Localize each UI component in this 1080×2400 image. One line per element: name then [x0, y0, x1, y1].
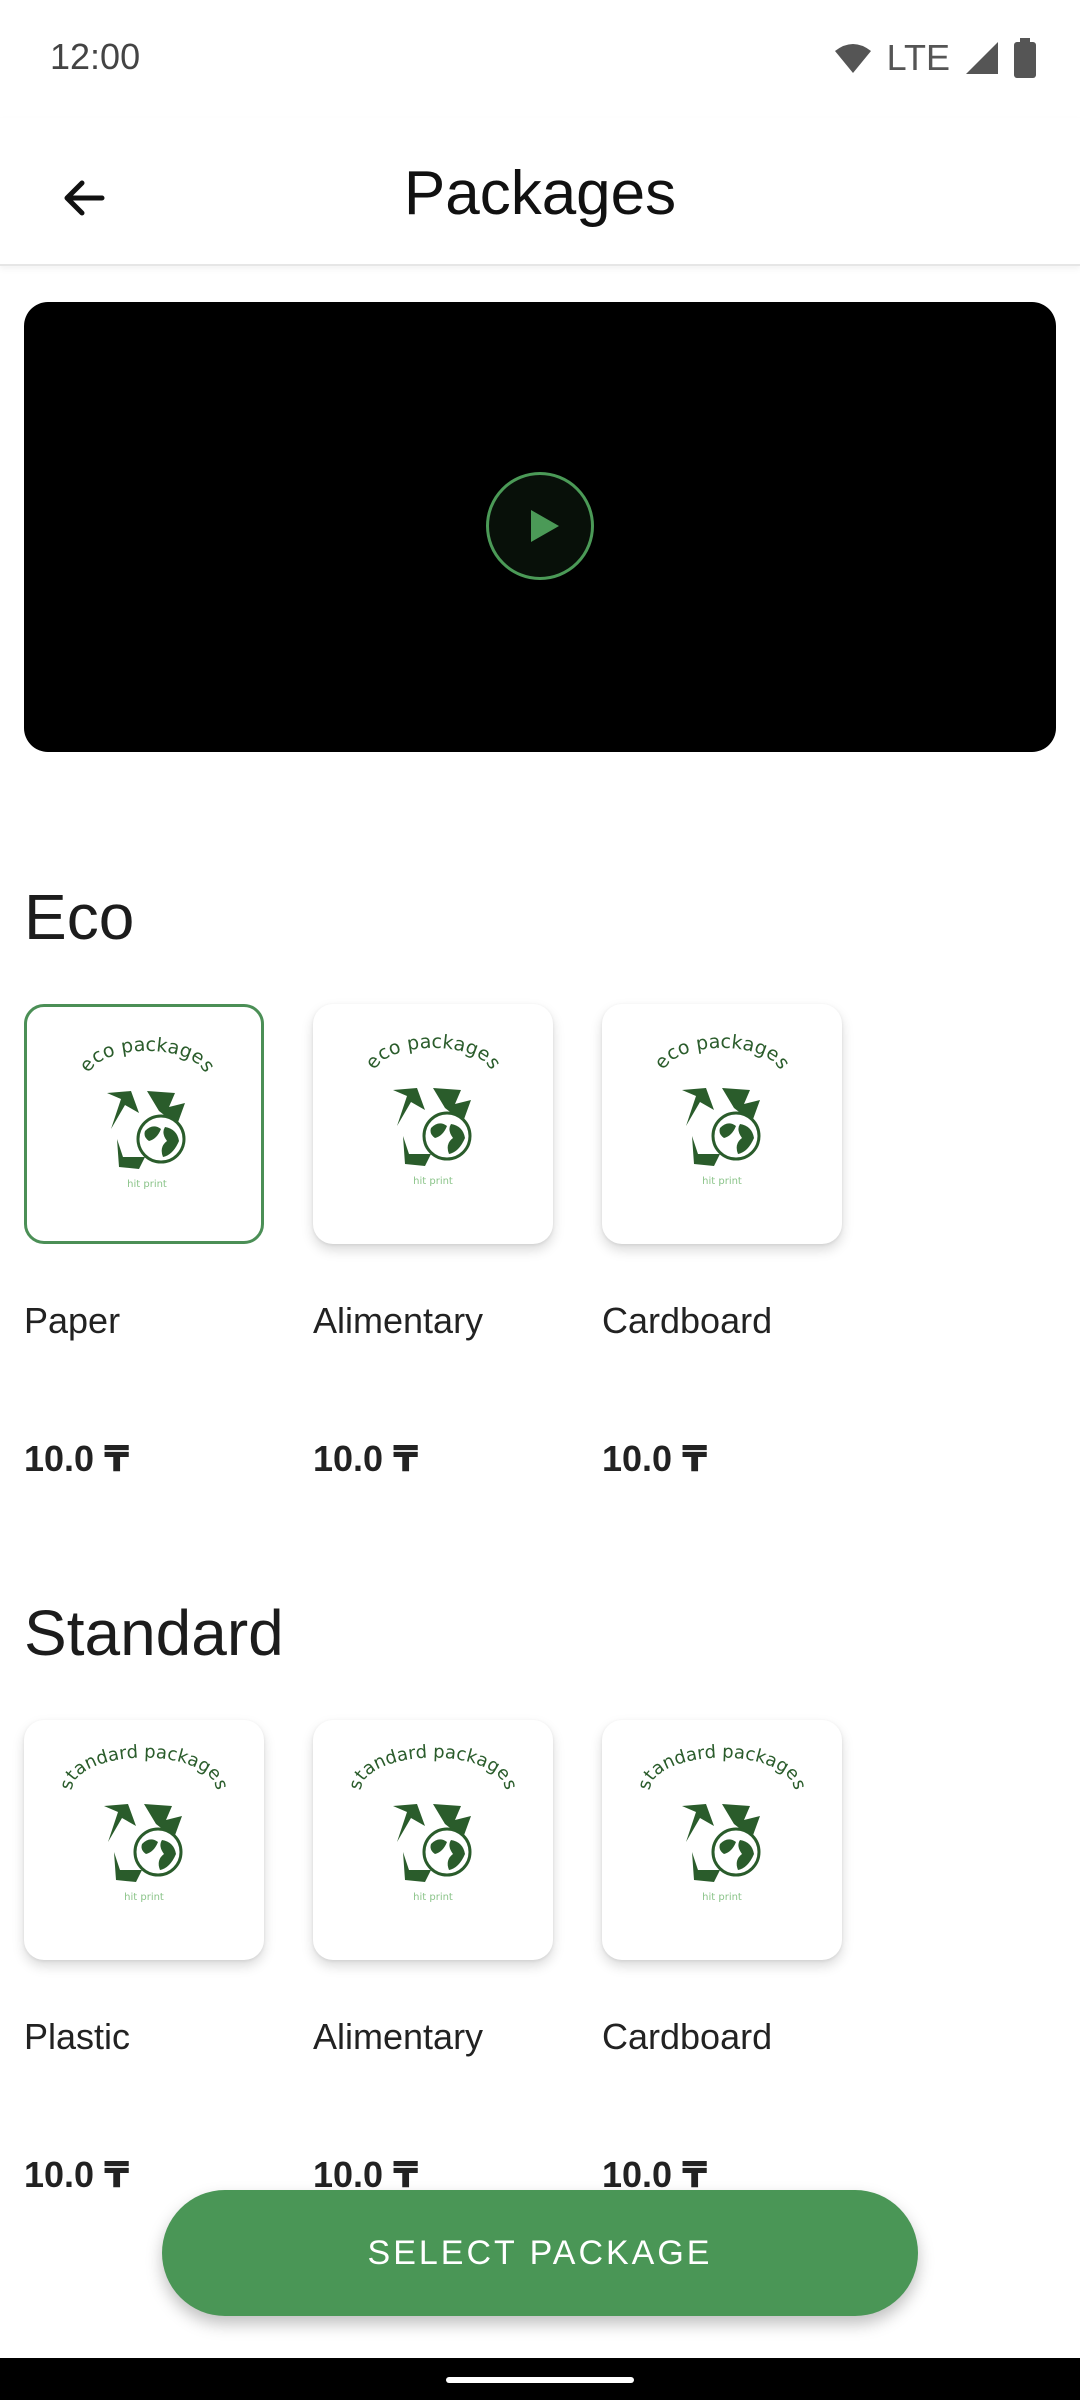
svg-text:eco packages: eco packages [650, 1031, 794, 1073]
package-card-eco-cardboard[interactable]: eco packages hit print [602, 1004, 842, 1244]
wifi-icon [834, 44, 871, 73]
package-logo: eco packages hit print [650, 1031, 794, 1187]
play-button[interactable] [486, 472, 594, 580]
svg-text:eco packages: eco packages [75, 1034, 219, 1076]
package-logo: standard packages hit print [634, 1742, 810, 1903]
package-card-standard-plastic[interactable]: standard packages hit print [24, 1720, 264, 1960]
section-title-standard: Standard [24, 1597, 284, 1669]
app-bar: Packages [0, 118, 1080, 266]
svg-text:hit print: hit print [702, 1892, 742, 1903]
package-price: 10.0 ₸ [24, 1438, 130, 1479]
package-label: Alimentary [313, 1300, 484, 1341]
page-title: Packages [403, 159, 677, 228]
package-logo: eco packages hit print [361, 1031, 505, 1187]
package-label: Plastic [24, 2016, 131, 2057]
package-label: Paper [24, 1300, 121, 1341]
svg-text:eco packages: eco packages [361, 1031, 505, 1073]
play-icon [531, 510, 559, 542]
svg-text:hit print: hit print [413, 1176, 453, 1187]
package-price: 10.0 ₸ [313, 1438, 419, 1479]
section-title-eco: Eco [24, 881, 135, 953]
svg-text:standard packages: standard packages [634, 1742, 810, 1792]
select-package-button[interactable]: SELECT PACKAGE [162, 2190, 918, 2316]
navigation-bar [0, 2358, 1080, 2400]
video-player[interactable] [24, 302, 1056, 752]
package-price: 10.0 ₸ [602, 1438, 708, 1479]
package-card-eco-paper[interactable]: eco packages hit print [24, 1004, 264, 1244]
package-logo: standard packages hit print [345, 1742, 521, 1903]
svg-text:hit print: hit print [124, 1892, 164, 1903]
cellular-signal-icon [966, 42, 998, 74]
package-label: Cardboard [602, 2016, 773, 2057]
package-label: Alimentary [313, 2016, 484, 2057]
package-card-standard-alimentary[interactable]: standard packages hit print [313, 1720, 553, 1960]
battery-icon [1014, 38, 1036, 78]
svg-text:hit print: hit print [413, 1892, 453, 1903]
status-time: 12:00 [50, 36, 141, 77]
network-type: LTE [886, 37, 950, 78]
status-icons: LTE [833, 36, 1036, 80]
package-card-standard-cardboard[interactable]: standard packages hit print [602, 1720, 842, 1960]
package-price: 10.0 ₸ [24, 2154, 130, 2195]
svg-text:hit print: hit print [127, 1179, 167, 1190]
package-logo: standard packages hit print [56, 1742, 232, 1903]
svg-text:hit print: hit print [702, 1176, 742, 1187]
package-logo: eco packages hit print [75, 1034, 219, 1190]
home-gesture-handle[interactable] [446, 2377, 634, 2383]
svg-text:standard packages: standard packages [56, 1742, 232, 1792]
package-card-eco-alimentary[interactable]: eco packages hit print [313, 1004, 553, 1244]
package-label: Cardboard [602, 1300, 773, 1341]
svg-text:standard packages: standard packages [345, 1742, 521, 1792]
status-bar: 12:00 LTE [0, 0, 1080, 118]
